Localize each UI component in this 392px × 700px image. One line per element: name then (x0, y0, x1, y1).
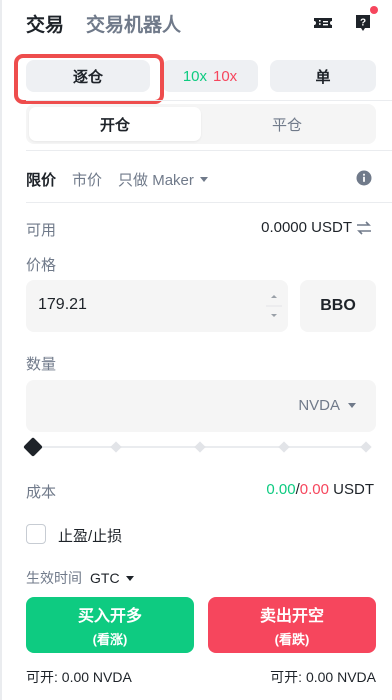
quantity-slider[interactable] (23, 437, 372, 457)
ticket-icon[interactable] (312, 12, 334, 34)
maker-label: 只做 Maker (118, 172, 194, 189)
tab-trading-bot[interactable]: 交易机器人 (86, 10, 181, 37)
sell-title: 卖出开空 (259, 608, 324, 625)
bbo-button[interactable]: BBO (300, 280, 376, 332)
can-open-short: 可开: 0.00 NVDA (270, 669, 376, 685)
tif-label: 生效时间 (26, 570, 82, 586)
panel-border (0, 0, 2, 700)
highlight-box (14, 54, 164, 104)
cost-buy: 0.00 (266, 481, 296, 498)
leverage-long: 10x (182, 67, 207, 85)
swap-icon[interactable] (356, 220, 372, 235)
price-input[interactable]: 179.21 (26, 280, 288, 332)
tab-close[interactable]: 平仓 (201, 107, 373, 141)
buy-long-button[interactable]: 买入开多 (看涨) (26, 597, 194, 653)
available-amount: 0.0000 USDT (261, 219, 352, 236)
tpsl-label[interactable]: 止盈/止损 (58, 525, 122, 546)
slider-step-100[interactable] (360, 441, 372, 453)
divider (26, 100, 392, 101)
tab-open[interactable]: 开仓 (29, 107, 201, 141)
help-icon[interactable]: ? (352, 12, 374, 34)
tif-dropdown[interactable]: GTC (90, 570, 134, 586)
slider-step-75[interactable] (278, 441, 290, 453)
maker-dropdown[interactable]: 只做 Maker (118, 169, 208, 190)
tpsl-checkbox[interactable] (26, 524, 46, 544)
slider-step-50[interactable] (194, 441, 206, 453)
buy-title: 买入开多 (77, 608, 142, 625)
quantity-label: 数量 (26, 356, 57, 373)
info-icon[interactable] (356, 170, 372, 186)
price-value: 179.21 (38, 296, 87, 313)
tab-market[interactable]: 市价 (72, 169, 102, 190)
caret-down-icon (348, 403, 356, 408)
time-in-force: 生效时间 GTC (26, 568, 134, 588)
svg-text:?: ? (360, 18, 366, 29)
leverage-button[interactable]: 10x 10x (162, 60, 258, 92)
divider (26, 202, 392, 203)
position-mode-button[interactable]: 单 (270, 60, 376, 92)
chevron-up-icon (271, 295, 277, 298)
quantity-unit: NVDA (298, 397, 340, 414)
buy-subtitle: (看涨) (92, 632, 128, 647)
notification-dot (370, 6, 378, 14)
available-label: 可用 (26, 222, 57, 239)
cost-sell: 0.00 (299, 481, 329, 498)
cost-unit: USDT (333, 481, 374, 498)
quantity-unit-dropdown[interactable]: NVDA (298, 397, 356, 414)
caret-down-icon (125, 575, 134, 581)
tif-value: GTC (90, 570, 120, 586)
quantity-input[interactable]: NVDA (26, 380, 376, 432)
order-type-tabs: 限价 市价 只做 Maker (26, 169, 208, 190)
slider-step-25[interactable] (110, 441, 122, 453)
price-stepper[interactable] (266, 286, 282, 326)
sell-short-button[interactable]: 卖出开空 (看跌) (208, 597, 376, 653)
tab-trade[interactable]: 交易 (26, 10, 64, 37)
leverage-short: 10x (213, 67, 238, 85)
chevron-down-icon (271, 314, 277, 317)
tab-limit[interactable]: 限价 (26, 169, 56, 190)
divider (26, 150, 392, 151)
available-value: 0.0000 USDT (261, 219, 372, 236)
can-open-long: 可开: 0.00 NVDA (26, 669, 132, 685)
header-tabs: 交易 交易机器人 (26, 10, 181, 37)
cost-value: 0.00/0.00 USDT (266, 481, 374, 498)
sell-subtitle: (看跌) (274, 632, 310, 647)
cost-label: 成本 (26, 484, 57, 501)
price-label: 价格 (26, 257, 57, 274)
slider-handle[interactable] (23, 437, 43, 457)
trade-panel: 交易 交易机器人 ? 逐仓 10x 10x 单 开仓 平仓 限价 市价 只做 M… (0, 0, 392, 700)
caret-down-icon (199, 177, 208, 182)
open-close-toggle: 开仓 平仓 (26, 104, 376, 144)
